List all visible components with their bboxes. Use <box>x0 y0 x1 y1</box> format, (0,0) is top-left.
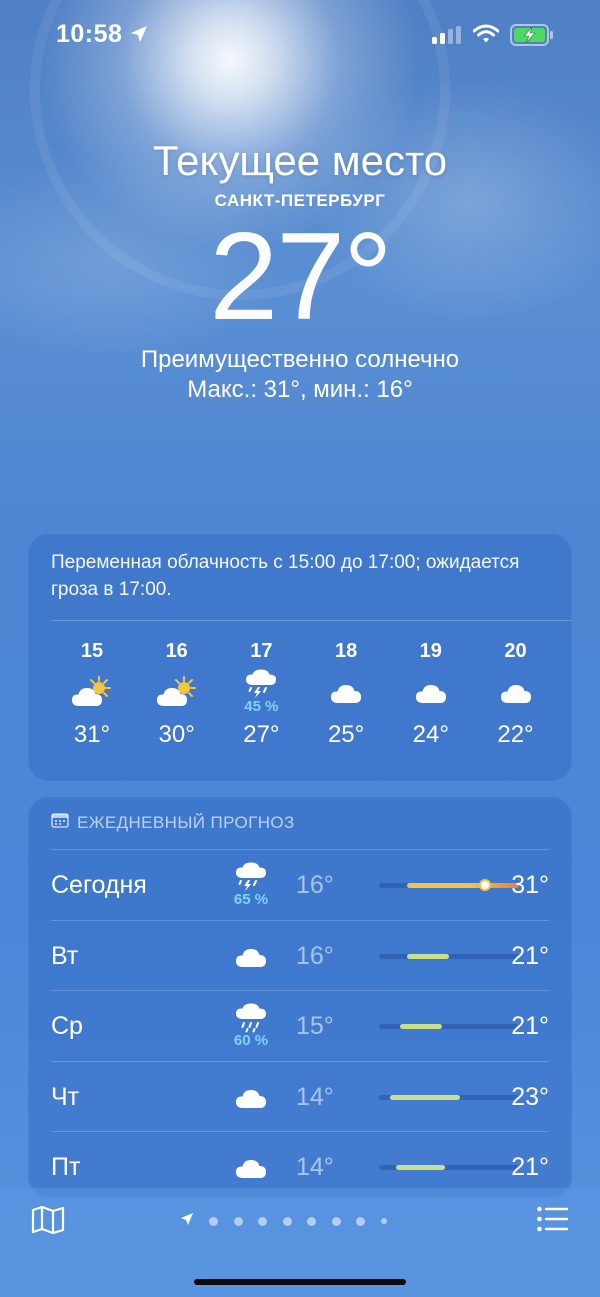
high-temperature: 23° <box>511 1082 549 1111</box>
hour-label: 20 <box>504 640 527 662</box>
rain-icon: 60 % <box>221 991 281 1061</box>
temperature-range-bar <box>379 1024 519 1029</box>
home-indicator[interactable] <box>194 1279 406 1285</box>
high-temperature: 21° <box>511 941 549 970</box>
calendar-icon <box>51 812 77 833</box>
precipitation-chance: 45 % <box>244 698 279 715</box>
cloud-icon <box>221 1062 281 1132</box>
daily-row[interactable]: Ср 60 % 15° 21° <box>51 991 549 1061</box>
page-dot[interactable] <box>380 1218 387 1224</box>
temperature-range-bar <box>379 880 519 889</box>
partly-sunny-icon <box>147 664 207 720</box>
hour-label: 15 <box>80 640 104 662</box>
cloud-icon <box>221 921 281 991</box>
hour-label: 21 <box>570 638 572 664</box>
cloud-icon <box>486 664 546 720</box>
temperature-range-fill <box>400 1024 442 1029</box>
thunderstorm-icon: 45 % <box>231 664 291 720</box>
forecast-summary: Переменная облачность с 15:00 до 17:00; … <box>51 552 520 600</box>
hour-item: 16 30° <box>147 638 207 750</box>
daily-row[interactable]: Сегодня 65 % 16° 31° <box>51 850 549 920</box>
temperature-range-bar <box>379 953 519 959</box>
daily-forecast-card[interactable]: ЕЖЕДНЕВНЫЙ ПРОГНОЗ Сегодня 65 % 16° 31° Вт 16… <box>28 797 572 1197</box>
hour-item: 18 25° <box>316 638 376 750</box>
page-dot[interactable] <box>282 1216 292 1226</box>
current-condition: Преимущественно солнечно <box>140 346 460 373</box>
list-icon[interactable] <box>537 1206 569 1237</box>
hour-temperature: 30° <box>158 721 195 748</box>
hour-label: 19 <box>419 640 442 662</box>
cloud-icon <box>316 664 376 720</box>
page-dot[interactable] <box>356 1216 365 1226</box>
hour-temperature: 31° <box>73 721 111 748</box>
low-temperature: 16° <box>296 941 334 970</box>
thunderstorm-icon: 65 % <box>221 850 281 920</box>
daily-row[interactable]: Вт 16° 21° <box>51 921 549 991</box>
high-temperature: 21° <box>511 1012 549 1040</box>
hour-temperature: 25° <box>327 721 365 748</box>
day-name: Ср <box>51 1012 83 1040</box>
temperature-range-fill <box>395 1165 445 1170</box>
daily-forecast-header: ЕЖЕДНЕВНЫЙ ПРОГНОЗ <box>51 812 295 833</box>
day-name: Вт <box>51 941 79 970</box>
status-bar: 10:58 <box>0 0 600 70</box>
temperature-range-fill <box>407 883 519 888</box>
low-temperature: 15° <box>296 1012 334 1040</box>
temperature-range-fill <box>407 953 449 959</box>
status-time: 10:58 <box>56 20 123 48</box>
low-temperature: 16° <box>296 871 334 899</box>
page-dot[interactable] <box>307 1216 316 1226</box>
hour-temperature: 22° <box>497 721 534 748</box>
day-name: Сегодня <box>51 871 147 899</box>
temperature-range-fill <box>390 1094 461 1100</box>
hour-label: 18 <box>334 640 358 662</box>
current-temperature-marker <box>481 880 490 889</box>
hourly-strip[interactable]: 15 31° 16 30° 17 45 % 27° 18 25° 19 24° 20 22° 21 22° <box>28 638 572 768</box>
low-temperature: 14° <box>296 1082 334 1111</box>
daily-row[interactable]: Чт 14° 23° <box>51 1062 549 1132</box>
hour-temperature: 22° <box>570 720 572 750</box>
high-temperature: 31° <box>511 871 549 899</box>
location-title: Текущее место <box>152 137 448 184</box>
hour-item: 19 24° <box>401 638 461 750</box>
page-dot[interactable] <box>331 1216 341 1226</box>
hour-label: 17 <box>250 640 273 662</box>
hour-item: 17 45 % 27° <box>231 638 291 750</box>
hour-temperature: 27° <box>243 721 280 748</box>
hour-item: 20 22° <box>486 638 546 750</box>
card-divider <box>51 620 572 621</box>
hour-item: 21 22° <box>570 638 572 750</box>
partly-sunny-icon <box>62 664 122 720</box>
battery-charging-icon <box>510 24 554 51</box>
temperature-range-bar <box>379 1165 519 1170</box>
precipitation-chance: 60 % <box>233 1032 269 1049</box>
page-dot[interactable] <box>233 1216 243 1226</box>
day-name: Чт <box>51 1082 80 1111</box>
page-dot[interactable] <box>209 1216 218 1226</box>
page-dot[interactable] <box>258 1216 267 1226</box>
precipitation-chance: 65 % <box>233 891 269 908</box>
cellular-signal-icon <box>432 26 462 49</box>
daily-forecast-title: ЕЖЕДНЕВНЫЙ ПРОГНОЗ <box>77 812 295 832</box>
hour-item: 15 31° <box>62 638 122 750</box>
hourly-forecast-card[interactable]: Переменная облачность с 15:00 до 17:00; … <box>28 534 572 781</box>
cloud-icon <box>401 664 461 720</box>
map-icon[interactable] <box>31 1205 65 1240</box>
high-low-temperature: Макс.: 31°, мин.: 16° <box>187 376 413 403</box>
wifi-icon <box>472 24 500 49</box>
page-indicator[interactable] <box>180 1212 402 1231</box>
hour-temperature: 24° <box>412 721 449 748</box>
hour-label: 16 <box>165 640 188 662</box>
cloud-icon <box>570 664 572 720</box>
location-page-icon[interactable] <box>180 1212 194 1231</box>
location-arrow-icon <box>130 25 148 48</box>
temperature-range-bar <box>379 1094 519 1100</box>
bottom-toolbar <box>0 1188 600 1297</box>
location-header: Текущее место САНКТ-ПЕТЕРБУРГ 27° Преиму… <box>0 135 600 405</box>
current-temperature: 27° <box>209 208 393 346</box>
